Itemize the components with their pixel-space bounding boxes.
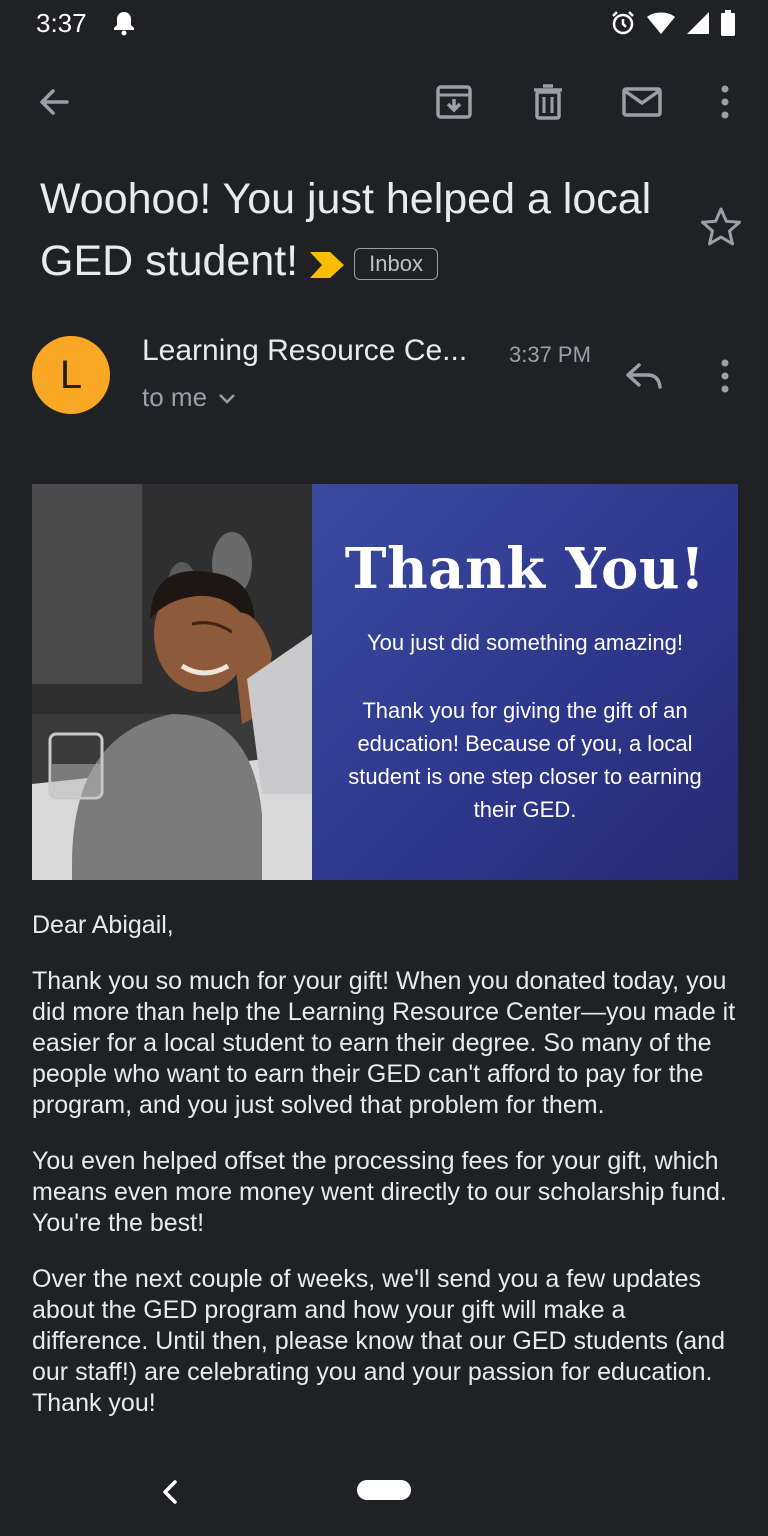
bell-icon bbox=[112, 10, 136, 41]
alarm-icon bbox=[610, 10, 636, 41]
signal-icon bbox=[686, 11, 710, 40]
body-paragraph: Over the next couple of weeks, we'll sen… bbox=[32, 1265, 725, 1417]
status-time: 3:37 bbox=[36, 8, 87, 38]
delete-icon[interactable] bbox=[520, 70, 576, 134]
email-time: 3:37 PM bbox=[509, 342, 591, 367]
banner-subtitle: You just did something amazing! bbox=[367, 630, 683, 655]
home-pill[interactable] bbox=[357, 1480, 411, 1500]
importance-marker-icon[interactable] bbox=[310, 233, 345, 295]
status-bar: 3:37 bbox=[0, 0, 768, 48]
avatar[interactable]: L bbox=[32, 336, 110, 414]
battery-icon bbox=[720, 10, 736, 41]
subject-text: Woohoo! You just helped a local GED stud… bbox=[40, 175, 652, 285]
inbox-label-chip[interactable]: Inbox bbox=[354, 247, 438, 280]
greeting: Dear Abigail, bbox=[32, 911, 174, 939]
email-subject: Woohoo! You just helped a local GED stud… bbox=[40, 168, 680, 295]
sender-name[interactable]: Learning Resource Ce... bbox=[142, 334, 467, 368]
chevron-down-icon bbox=[217, 382, 237, 413]
thank-you-banner[interactable]: Thank You! You just did something amazin… bbox=[32, 484, 738, 880]
toolbar bbox=[0, 70, 768, 134]
star-icon[interactable] bbox=[698, 204, 744, 250]
recipient-text: to me bbox=[142, 382, 208, 412]
banner-body: Thank you for giving the gift of an educ… bbox=[348, 698, 702, 822]
body-paragraph: Thank you so much for your gift! When yo… bbox=[32, 967, 736, 1119]
student-photo bbox=[32, 484, 312, 880]
message-more-icon[interactable] bbox=[700, 352, 750, 400]
banner-title: Thank You! bbox=[344, 536, 706, 602]
recipient-toggle[interactable]: to me bbox=[142, 382, 237, 413]
mark-unread-icon[interactable] bbox=[614, 70, 670, 134]
system-nav-bar bbox=[0, 1442, 768, 1536]
banner-text-panel: Thank You! You just did something amazin… bbox=[312, 484, 738, 880]
email-body: Dear Abigail, Thank you so much for your… bbox=[32, 910, 742, 1444]
archive-icon[interactable] bbox=[426, 70, 482, 134]
nav-back-icon[interactable] bbox=[150, 1472, 190, 1512]
body-paragraph: You even helped offset the processing fe… bbox=[32, 1147, 727, 1237]
back-arrow-icon[interactable] bbox=[26, 70, 82, 134]
more-vert-icon[interactable] bbox=[697, 70, 753, 134]
reply-icon[interactable] bbox=[618, 352, 670, 400]
wifi-icon bbox=[646, 11, 676, 40]
